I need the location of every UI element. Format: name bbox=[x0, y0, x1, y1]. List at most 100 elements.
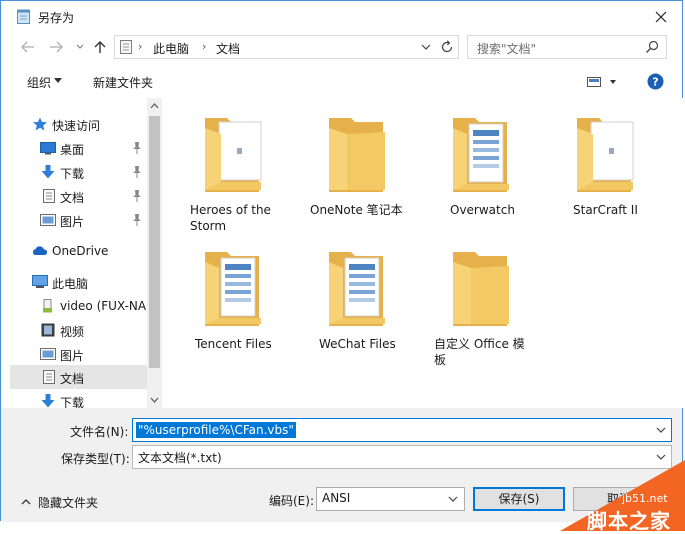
view-options-icon[interactable] bbox=[587, 74, 617, 90]
chevron-down-icon[interactable] bbox=[419, 39, 433, 55]
folder-onenote[interactable]: OneNote 笔记本 bbox=[298, 98, 408, 226]
hide-folders-button[interactable]: 隐藏文件夹 bbox=[38, 494, 98, 511]
nav-label: 图片 bbox=[60, 215, 85, 229]
breadcrumb-separator-icon: › bbox=[138, 40, 143, 53]
document-icon bbox=[43, 370, 55, 384]
folder-tencent-files[interactable]: Tencent Files bbox=[174, 232, 284, 360]
nav-label: 文档 bbox=[60, 372, 85, 386]
search-box[interactable]: 搜索"文档" bbox=[467, 35, 667, 59]
folder-name: StarCraft II bbox=[573, 203, 638, 217]
nav-documents[interactable]: 文档 bbox=[10, 184, 147, 208]
nav-videos[interactable]: 视频 bbox=[10, 318, 147, 342]
chevron-down-icon[interactable] bbox=[655, 423, 667, 437]
drive-icon bbox=[43, 299, 52, 313]
document-folder-icon bbox=[120, 40, 132, 54]
pin-icon[interactable] bbox=[132, 166, 142, 178]
cloud-icon bbox=[32, 246, 48, 255]
nav-downloads[interactable]: 下载 bbox=[10, 160, 147, 184]
nav-pictures[interactable]: 图片 bbox=[10, 208, 147, 232]
up-button[interactable] bbox=[91, 37, 109, 57]
notepad-icon bbox=[17, 9, 30, 24]
folder-custom-office-templates[interactable]: 自定义 Office 模板 bbox=[422, 232, 534, 367]
pin-icon[interactable] bbox=[132, 142, 142, 154]
folder-overwatch[interactable]: Overwatch bbox=[422, 98, 532, 226]
folder-doc-icon bbox=[577, 118, 634, 192]
svg-text:?: ? bbox=[652, 76, 658, 89]
folder-icon bbox=[453, 252, 509, 326]
breadcrumb-this-pc[interactable]: 此电脑 bbox=[153, 40, 189, 57]
save-as-dialog: 另存为 › 此电脑 › 文档 搜索"文档" 组织 新建文件夹 ? 快速访问 桌面… bbox=[0, 0, 683, 522]
folder-name: WeChat Files bbox=[319, 337, 396, 351]
nav-desktop[interactable]: 桌面 bbox=[10, 136, 147, 160]
picture-icon bbox=[40, 348, 56, 360]
nav-label: 文档 bbox=[60, 191, 85, 205]
desktop-icon bbox=[40, 142, 56, 155]
folder-name: Overwatch bbox=[450, 203, 515, 217]
forward-button[interactable] bbox=[47, 37, 65, 57]
watermark-url: jb51.net bbox=[622, 492, 668, 505]
search-input[interactable]: 搜索"文档" bbox=[477, 40, 536, 57]
nav-label: 视频 bbox=[60, 325, 85, 339]
encoding-label: 编码(E): bbox=[269, 494, 314, 508]
computer-icon bbox=[32, 275, 48, 288]
chevron-down-icon bbox=[76, 44, 84, 49]
address-bar[interactable]: › 此电脑 › 文档 bbox=[114, 35, 459, 59]
filename-input[interactable]: "%userprofile%\CFan.vbs" bbox=[136, 422, 296, 438]
search-icon bbox=[646, 40, 659, 53]
nav-label: 下载 bbox=[60, 167, 85, 181]
nav-documents-pc[interactable]: 文档 bbox=[10, 365, 147, 389]
file-list: Heroes of the Storm OneNote 笔记本 Overwatc… bbox=[162, 98, 683, 408]
folder-name: OneNote 笔记本 bbox=[310, 203, 403, 217]
nav-quick-access[interactable]: 快速访问 bbox=[10, 112, 147, 136]
chevron-down-icon[interactable] bbox=[447, 492, 459, 506]
folder-files-icon bbox=[329, 252, 385, 326]
chevron-up-icon[interactable] bbox=[21, 498, 31, 505]
encoding-select[interactable]: ANSI bbox=[316, 487, 465, 511]
file-type-label: 保存类型(T): bbox=[61, 452, 130, 466]
navigation-scrollbar[interactable] bbox=[147, 98, 162, 408]
nav-onedrive[interactable]: OneDrive bbox=[10, 239, 147, 263]
nav-label: 此电脑 bbox=[52, 277, 89, 291]
video-icon bbox=[41, 323, 55, 337]
navigation-row: › 此电脑 › 文档 搜索"文档" bbox=[1, 35, 682, 61]
scroll-down-icon[interactable] bbox=[147, 392, 162, 408]
filename-field[interactable]: "%userprofile%\CFan.vbs" bbox=[132, 418, 672, 442]
encoding-value: ANSI bbox=[322, 491, 351, 505]
filename-label: 文件名(N): bbox=[70, 425, 129, 439]
close-button[interactable] bbox=[648, 5, 674, 29]
caret-down-icon bbox=[54, 78, 62, 83]
scroll-up-icon[interactable] bbox=[147, 98, 162, 114]
recent-locations-button[interactable] bbox=[71, 37, 89, 57]
folder-wechat-files[interactable]: WeChat Files bbox=[298, 232, 408, 360]
download-icon bbox=[41, 394, 55, 408]
folder-heroes-of-the-storm[interactable]: Heroes of the Storm bbox=[174, 98, 284, 233]
close-icon bbox=[655, 11, 667, 23]
folder-name: 自定义 Office 模板 bbox=[434, 337, 525, 367]
refresh-icon[interactable] bbox=[439, 39, 455, 55]
scrollbar-thumb[interactable] bbox=[149, 116, 160, 368]
nav-pictures-pc[interactable]: 图片 bbox=[10, 342, 147, 366]
new-folder-button[interactable]: 新建文件夹 bbox=[93, 74, 153, 91]
nav-label: 快速访问 bbox=[52, 119, 101, 133]
nav-video-drive[interactable]: video (FUX-NA bbox=[10, 294, 147, 318]
file-type-value: 文本文档(*.txt) bbox=[138, 451, 222, 465]
help-icon[interactable]: ? bbox=[647, 73, 664, 90]
nav-label: 图片 bbox=[60, 349, 85, 363]
nav-downloads-pc[interactable]: 下载 bbox=[10, 389, 147, 408]
pin-icon[interactable] bbox=[132, 214, 142, 226]
folder-files-icon bbox=[453, 118, 509, 192]
folder-starcraft-ii[interactable]: StarCraft II bbox=[546, 98, 656, 226]
organize-menu[interactable]: 组织 bbox=[27, 74, 51, 91]
arrow-right-icon bbox=[50, 41, 63, 53]
nav-this-pc[interactable]: 此电脑 bbox=[10, 270, 147, 294]
nav-label: 下载 bbox=[60, 396, 85, 408]
folder-icon bbox=[329, 118, 385, 192]
folder-files-icon bbox=[205, 252, 261, 326]
save-button[interactable]: 保存(S) bbox=[473, 487, 565, 511]
pin-icon[interactable] bbox=[132, 190, 142, 202]
breadcrumb-documents[interactable]: 文档 bbox=[216, 40, 240, 57]
nav-label: OneDrive bbox=[52, 244, 109, 258]
back-button[interactable] bbox=[19, 37, 37, 57]
watermark-name: 脚本之家 bbox=[587, 509, 671, 533]
arrow-left-icon bbox=[21, 41, 34, 53]
